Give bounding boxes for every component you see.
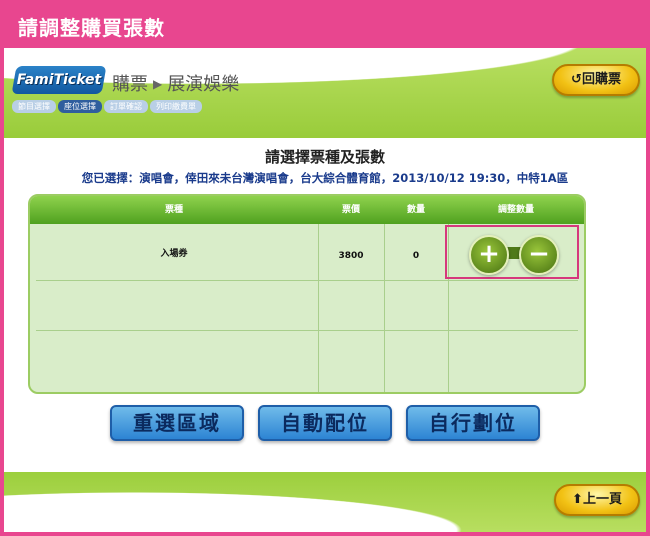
title-bar: 請調整購買張數 xyxy=(0,0,650,48)
step-print: 列印繳費單 xyxy=(150,100,202,113)
previous-page-button[interactable]: ⬆上一頁 xyxy=(554,484,640,516)
return-icon: ↺ xyxy=(571,72,582,87)
page-title: 請調整購買張數 xyxy=(18,16,165,40)
back-to-purchase-button[interactable]: ↺回購票 xyxy=(552,64,640,96)
step-indicator: 節目選擇 座位選擇 訂單確認 列印繳費單 xyxy=(12,100,202,113)
reselect-area-button[interactable]: 重選區域 xyxy=(110,405,244,441)
column-adjust: 調整數量 xyxy=(497,205,534,215)
footer-decoration xyxy=(4,472,646,532)
auto-seat-button[interactable]: 自動配位 xyxy=(258,405,392,441)
cell-ticket-type: 入場券 xyxy=(160,249,188,259)
increase-button[interactable]: + xyxy=(469,235,509,275)
divider xyxy=(36,280,578,281)
arrow-right-icon: ▶ xyxy=(153,77,163,91)
minus-icon: − xyxy=(528,239,550,269)
decrease-button[interactable]: − xyxy=(519,235,559,275)
breadcrumb-item: 購票 xyxy=(112,74,148,95)
divider xyxy=(36,330,578,331)
step-program: 節目選擇 xyxy=(12,100,56,113)
main-frame: FamiTicket 購票 ▶ 展演娛樂 節目選擇 座位選擇 訂單確認 列印繳費單 … xyxy=(4,48,646,532)
arrow-up-icon: ⬆ xyxy=(572,492,583,507)
cell-quantity: 0 xyxy=(412,251,420,261)
column-quantity: 數量 xyxy=(406,205,425,215)
plus-icon: + xyxy=(478,239,500,269)
quantity-adjuster: + − xyxy=(445,225,579,279)
step-confirm: 訂單確認 xyxy=(104,100,148,113)
breadcrumb-item: 展演娛樂 xyxy=(167,74,240,95)
column-ticket-type: 票種 xyxy=(164,205,183,215)
cell-price: 3800 xyxy=(338,251,364,261)
table-header: 票種 票價 數量 調整數量 xyxy=(30,196,584,224)
section-heading: 請選擇票種及張數 xyxy=(264,148,385,166)
famiticket-logo: FamiTicket xyxy=(11,66,107,94)
step-seat: 座位選擇 xyxy=(58,100,102,113)
column-price: 票價 xyxy=(341,205,360,215)
selection-info: 您已選擇：演唱會，倖田來未台灣演唱會，台大綜合體育館，2013/10/12 19… xyxy=(81,171,569,185)
breadcrumb: 購票 ▶ 展演娛樂 xyxy=(112,70,239,96)
manual-seat-button[interactable]: 自行劃位 xyxy=(406,405,540,441)
ticket-table: 票種 票價 數量 調整數量 入場券 3800 0 xyxy=(28,194,586,394)
